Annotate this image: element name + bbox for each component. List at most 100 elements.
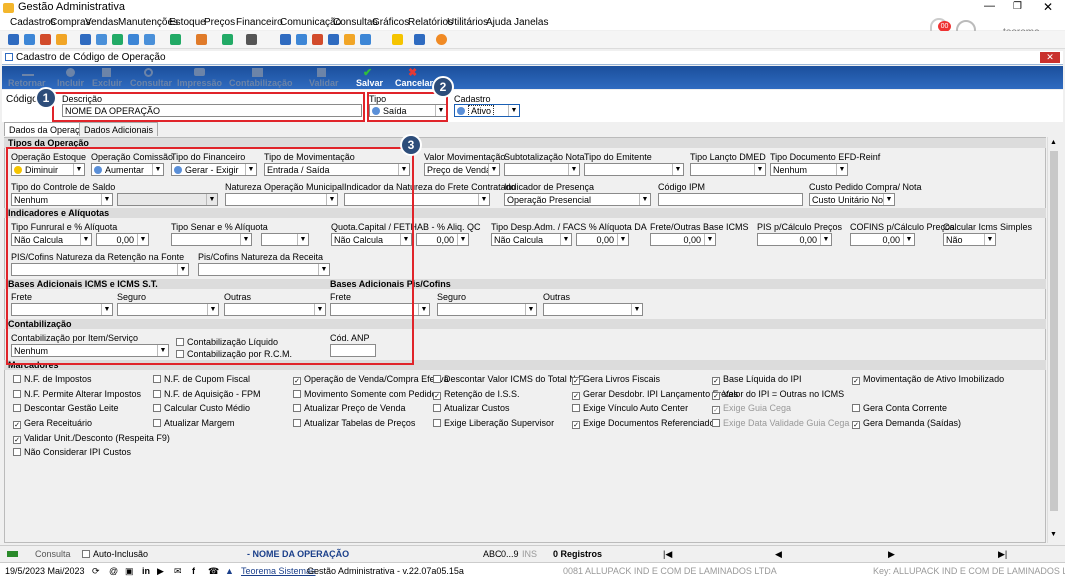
checkbox-box[interactable] [433,419,441,427]
marcador-ativo-imobilizado[interactable]: ✓ Movimentação de Ativo Imobilizado [852,374,1004,385]
chevron-down-icon[interactable]: ▼ [560,234,571,245]
menu-estoque[interactable]: Estoque [169,17,206,28]
cadastro-select[interactable]: Ativo ▼ [454,104,520,117]
facebook-icon[interactable]: f [192,566,195,576]
tipo-efd-select[interactable]: Nenhum ▼ [770,163,848,176]
checkbox-box[interactable] [153,404,161,412]
at-icon[interactable]: @ [109,566,118,576]
marcador-exige-liberacao[interactable]: Exige Liberação Supervisor [433,418,554,428]
checkbox-box[interactable] [433,404,441,412]
toolbar-icon-13[interactable] [246,34,257,45]
checkbox-box[interactable] [293,419,301,427]
frete-pct-select[interactable]: 0,00 ▼ [650,233,716,246]
toolbar-icon-15[interactable] [296,34,307,45]
marcador-nao-considerar-ipi[interactable]: Não Considerar IPI Custos [13,447,131,457]
contabilizacao-button[interactable]: Contabilização [229,78,293,88]
nav-prev-button[interactable]: ◀ [775,549,782,560]
auto-inclusao-checkbox[interactable]: Auto-Inclusão [82,549,148,559]
checkbox-box[interactable] [13,390,21,398]
pis-seguro-select[interactable]: ▼ [437,303,537,316]
marcador-mov-somente-pedido[interactable]: Movimento Somente com Pedido [293,389,437,399]
checkbox-box[interactable] [572,404,580,412]
chevron-down-icon[interactable]: ▼ [883,194,894,205]
marcador-atualizar-margem[interactable]: Atualizar Margem [153,418,235,428]
chevron-down-icon[interactable]: ▼ [508,105,519,116]
cofins-pct-select[interactable]: 0,00 ▼ [850,233,915,246]
marcador-custo-medio[interactable]: Calcular Custo Médio [153,403,250,413]
close-child-button[interactable]: ✕ [1040,52,1060,63]
check-icon[interactable]: ✓ [852,421,860,429]
marcador-descontar-icms[interactable]: Descontar Valor ICMS do Total N.F. [433,374,585,384]
checkbox-box[interactable] [293,390,301,398]
chevron-down-icon[interactable]: ▼ [488,164,499,175]
marcador-exige-vinculo[interactable]: Exige Vínculo Auto Center [572,403,688,413]
toolbar-icon-16[interactable] [312,34,323,45]
incluir-button[interactable]: Incluir [57,78,84,88]
check-icon[interactable]: ✓ [572,421,580,429]
toolbar-icon-4[interactable] [56,34,67,45]
menu-consultas[interactable]: Consultas [333,17,377,28]
salvar-button[interactable]: Salvar [356,78,383,88]
star-icon[interactable] [392,34,403,45]
check-icon[interactable]: ✓ [852,377,860,385]
check-icon[interactable]: ✓ [712,377,720,385]
toolbar-icon-10[interactable] [170,34,181,45]
chevron-down-icon[interactable]: ▼ [617,234,628,245]
check-icon[interactable]: ✓ [433,392,441,400]
scroll-thumb[interactable] [1050,151,1058,511]
marcador-nf-permite-alterar[interactable]: N.F. Permite Alterar Impostos [13,389,141,399]
pis-pct-select[interactable]: 0,00 ▼ [757,233,832,246]
close-window-button[interactable]: ✕ [1043,0,1053,14]
cod-ipm-input[interactable] [658,193,803,206]
chevron-down-icon[interactable]: ▼ [754,164,765,175]
menu-utilitarios[interactable]: Utilitários [447,17,488,28]
chevron-down-icon[interactable]: ▼ [457,234,468,245]
desp-pct-select[interactable]: 0,00 ▼ [576,233,629,246]
checkbox-box[interactable] [82,550,90,558]
desp-select[interactable]: Não Calcula ▼ [491,233,572,246]
menu-ajuda[interactable]: Ajuda [486,17,512,28]
chevron-down-icon[interactable]: ▼ [836,164,847,175]
chevron-down-icon[interactable]: ▼ [820,234,831,245]
chevron-down-icon[interactable]: ▼ [525,304,536,315]
tipo-dmed-select[interactable]: ▼ [690,163,766,176]
check-icon[interactable]: ✓ [293,377,301,385]
marcador-exige-docs[interactable]: ✓ Exige Documentos Referenciados [572,418,719,429]
toolbar-icon-6[interactable] [96,34,107,45]
toolbar-icon-12[interactable] [222,34,233,45]
twitter-icon[interactable]: ✉ [174,566,182,577]
toolbar-icon-1[interactable] [8,34,19,45]
chevron-down-icon[interactable]: ▼ [478,194,489,205]
marcador-gera-demanda[interactable]: ✓ Gera Demanda (Saídas) [852,418,961,429]
marcador-atualizar-preco-venda[interactable]: Atualizar Preço de Venda [293,403,406,413]
scroll-down-icon[interactable]: ▼ [1050,531,1057,538]
toolbar-icon-21[interactable] [414,34,425,45]
menu-janelas[interactable]: Janelas [514,17,548,28]
scroll-up-icon[interactable]: ▲ [1050,139,1057,146]
retornar-button[interactable]: Retornar [8,78,46,88]
impressao-button[interactable]: Impressão [177,78,222,88]
menu-comunicacao[interactable]: Comunicação [280,17,341,28]
toolbar-icon-3[interactable] [40,34,51,45]
check-icon[interactable]: ✓ [13,436,21,444]
toolbar-icon-2[interactable] [24,34,35,45]
nav-last-button[interactable]: ▶| [998,549,1007,560]
toolbar-icon-18[interactable] [344,34,355,45]
marcador-valor-ipi-outras[interactable]: ✓ Valor do IPI = Outras no ICMS [712,389,844,400]
marcador-atualizar-tabelas[interactable]: Atualizar Tabelas de Preços [293,418,415,428]
toolbar-icon-19[interactable] [360,34,371,45]
marcador-validar-unit[interactable]: ✓ Validar Unit./Desconto (Respeita F9) [13,433,170,444]
toolbar-icon-17[interactable] [328,34,339,45]
pis-outras-select[interactable]: ▼ [543,303,643,316]
marcador-atualizar-custos[interactable]: Atualizar Custos [433,403,510,413]
check-icon[interactable]: ✓ [712,392,720,400]
menu-precos[interactable]: Preços [204,17,235,28]
quota-pct-select[interactable]: 0,00 ▼ [416,233,469,246]
check-icon[interactable]: ✓ [13,421,21,429]
company-link[interactable]: Teorema Sistemas [241,566,316,576]
subtot-select[interactable]: ▼ [504,163,580,176]
checkbox-box[interactable] [153,390,161,398]
marcador-gera-livros[interactable]: ✓ Gera Livros Fiscais [572,374,660,385]
tab-dados-adicionais[interactable]: Dados Adicionais [79,122,159,136]
marcador-nf-impostos[interactable]: N.F. de Impostos [13,374,92,384]
